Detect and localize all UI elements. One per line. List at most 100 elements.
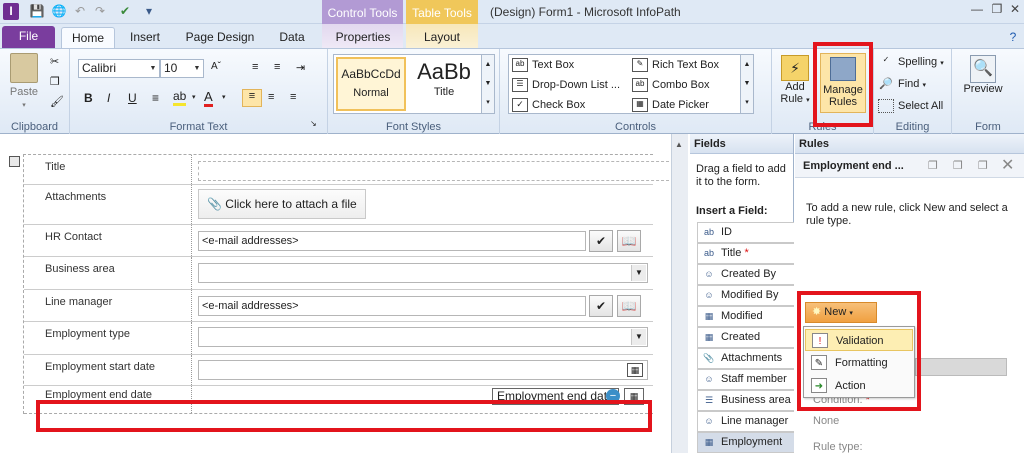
gallery-more-icon[interactable]: ▾: [481, 93, 494, 113]
bold-icon[interactable]: B: [84, 91, 93, 105]
paste-button[interactable]: Paste ▾: [6, 53, 42, 110]
tab-properties[interactable]: Properties: [324, 27, 402, 48]
field-item-created[interactable]: ▦ Created: [697, 327, 794, 348]
highlight-icon[interactable]: ab: [173, 89, 187, 106]
field-item-employment[interactable]: ▦ Employment: [697, 432, 794, 453]
font-color-icon[interactable]: A: [204, 89, 213, 107]
table-select-handle[interactable]: [9, 156, 20, 167]
chevron-down-icon[interactable]: ▾: [192, 93, 196, 101]
strikethrough-icon[interactable]: ≡: [152, 91, 159, 105]
field-item-business-area[interactable]: ☰ Business area: [697, 390, 794, 411]
numbering-icon[interactable]: ≡: [274, 61, 280, 73]
address-book-icon[interactable]: 📖: [617, 295, 641, 317]
business-area-dropdown[interactable]: ▼: [198, 263, 648, 283]
align-left-icon[interactable]: ≡: [242, 89, 262, 107]
form-group-label: Form: [975, 121, 1001, 133]
close-window-icon[interactable]: ✕: [1006, 2, 1024, 18]
controls-up-icon[interactable]: ▲: [740, 55, 753, 74]
control-check-box[interactable]: ✓ Check Box: [512, 98, 585, 112]
menu-item-formatting[interactable]: ✎ Formatting: [805, 352, 913, 374]
employment-start-date-field[interactable]: ▦: [198, 360, 648, 380]
style-normal-sample: AaBbCcDd: [341, 67, 401, 81]
hr-contact-field[interactable]: <e-mail addresses>: [198, 231, 586, 251]
tab-page-design[interactable]: Page Design: [180, 27, 260, 48]
new-rule-button[interactable]: ✸ New ▾: [805, 302, 877, 323]
menu-item-validation[interactable]: ! Validation: [805, 329, 913, 351]
field-item-staff-member[interactable]: ☺ Staff member: [697, 369, 794, 390]
control-text-box[interactable]: ab Text Box: [512, 58, 574, 72]
canvas-scrollbar[interactable]: ▲: [671, 134, 688, 453]
save-icon[interactable]: 💾: [28, 3, 46, 20]
field-item-title[interactable]: ab Title *: [697, 243, 794, 264]
gallery-up-icon[interactable]: ▲: [481, 55, 494, 74]
tab-home[interactable]: Home: [61, 27, 115, 48]
field-item-modified-by[interactable]: ☺ Modified By: [697, 285, 794, 306]
controls-more-icon[interactable]: ▾: [740, 93, 753, 113]
close-pane-icon[interactable]: ✕: [1001, 155, 1014, 175]
preview-button[interactable]: 🔍 Preview: [960, 55, 1006, 95]
tab-insert[interactable]: Insert: [122, 27, 168, 48]
tab-layout[interactable]: Layout: [408, 27, 476, 48]
spelling-button[interactable]: ✓ Spelling ▾: [878, 55, 944, 69]
control-drop-down-list[interactable]: ☰ Drop-Down List ...: [512, 78, 620, 92]
infopath-app-icon[interactable]: I: [3, 3, 19, 20]
copy-rule-icon[interactable]: ❐: [928, 159, 938, 172]
field-item-modified[interactable]: ▦ Modified: [697, 306, 794, 327]
format-painter-icon[interactable]: 🖌: [50, 95, 64, 108]
underline-icon[interactable]: U: [128, 91, 137, 105]
paste-all-icon[interactable]: ❐: [978, 159, 988, 172]
customize-qat-icon[interactable]: ▾: [140, 3, 158, 20]
paste-rule-icon[interactable]: ❐: [953, 159, 963, 172]
undo-icon[interactable]: ↶: [71, 3, 89, 20]
indent-icon[interactable]: ⇥: [296, 61, 305, 74]
tab-file[interactable]: File: [2, 26, 55, 48]
field-item-created-by[interactable]: ☺ Created By: [697, 264, 794, 285]
control-rich-text-box[interactable]: ✎ Rich Text Box: [632, 58, 719, 72]
copy-icon[interactable]: ❐: [50, 75, 60, 88]
control-date-picker[interactable]: ▦ Date Picker: [632, 98, 709, 112]
shrink-font-icon[interactable]: Aˇ: [211, 61, 221, 72]
find-button[interactable]: 🔎 Find ▾: [878, 77, 926, 91]
check-design-icon[interactable]: ✔: [116, 3, 134, 20]
calendar-icon[interactable]: ▦: [627, 363, 643, 377]
rules-task-pane: Rules Employment end ... ❐ ❐ ❐ ✕ To add …: [795, 134, 1024, 453]
title-field[interactable]: [198, 161, 674, 181]
minus-icon[interactable]: −: [606, 389, 620, 403]
chevron-down-icon[interactable]: ▾: [222, 93, 226, 101]
font-size-select[interactable]: 10 ▼: [160, 59, 204, 78]
check-names-icon[interactable]: ✔: [589, 295, 613, 317]
add-rule-button[interactable]: ⚡ Add Rule ▾: [778, 55, 812, 105]
style-normal[interactable]: AaBbCcDd Normal: [336, 57, 406, 111]
menu-item-action[interactable]: ➜ Action: [805, 375, 913, 397]
attach-file-button[interactable]: 📎 Click here to attach a file: [198, 189, 366, 219]
control-combo-box[interactable]: ab Combo Box: [632, 78, 709, 92]
bullets-icon[interactable]: ≡: [252, 61, 258, 73]
address-book-icon[interactable]: 📖: [617, 230, 641, 252]
scroll-up-icon[interactable]: ▲: [675, 140, 683, 149]
tab-data[interactable]: Data: [270, 27, 314, 48]
manage-rules-button[interactable]: Manage Rules: [820, 53, 866, 113]
calendar-icon[interactable]: ▦: [624, 388, 644, 405]
employment-end-date-chip[interactable]: Employment end date: [492, 388, 619, 405]
font-name-select[interactable]: Calibri ▼: [78, 59, 160, 78]
gallery-down-icon[interactable]: ▼: [481, 74, 494, 93]
select-all-button[interactable]: Select All: [878, 99, 943, 113]
minimize-icon[interactable]: —: [968, 2, 986, 18]
redo-icon[interactable]: ↷: [91, 3, 109, 20]
employment-type-dropdown[interactable]: ▼: [198, 327, 648, 347]
controls-down-icon[interactable]: ▼: [740, 74, 753, 93]
line-manager-field[interactable]: <e-mail addresses>: [198, 296, 586, 316]
field-item-line-manager[interactable]: ☺ Line manager: [697, 411, 794, 432]
field-item-attachments[interactable]: 📎 Attachments: [697, 348, 794, 369]
field-item-id[interactable]: ab ID: [697, 222, 794, 243]
cut-icon[interactable]: ✂: [50, 55, 59, 68]
publish-icon[interactable]: 🌐: [50, 3, 68, 20]
align-center-icon[interactable]: ≡: [268, 91, 274, 103]
restore-icon[interactable]: ❐: [988, 2, 1006, 18]
help-icon[interactable]: ?: [1005, 27, 1021, 48]
check-names-icon[interactable]: ✔: [589, 230, 613, 252]
italic-icon[interactable]: I: [107, 91, 110, 105]
style-title[interactable]: AaBb Title: [409, 57, 479, 111]
form-row-attachments: Attachments 📎 Click here to attach a fil…: [24, 185, 653, 225]
align-right-icon[interactable]: ≡: [290, 91, 296, 103]
